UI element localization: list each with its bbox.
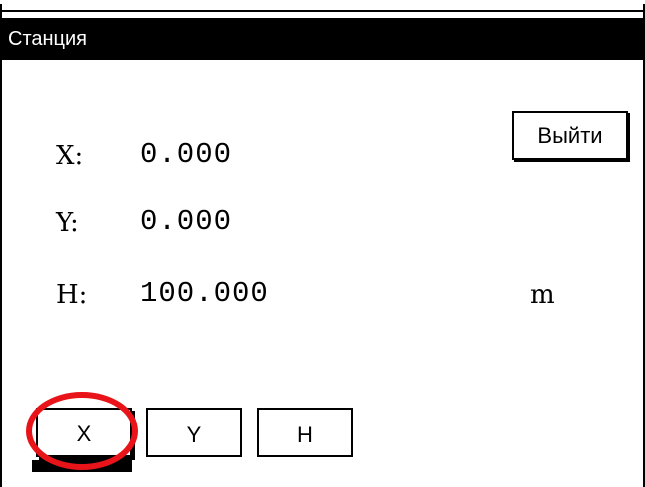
window-frame-left [0, 4, 2, 487]
window-frame-top [2, 10, 643, 12]
h-coordinate-label: H: [56, 280, 88, 310]
y-coordinate-value: 0.000 [140, 205, 233, 238]
unit-label: m [530, 280, 555, 310]
station-screen: Станция Выйти X: 0.000 Y: 0.000 H: 100.0… [0, 0, 645, 487]
selected-button-shadow [32, 460, 132, 472]
exit-button[interactable]: Выйти [512, 111, 628, 160]
window-title-bar: Станция [2, 18, 643, 60]
y-coordinate-label: Y: [56, 208, 79, 238]
axis-y-button[interactable]: Y [146, 408, 242, 457]
window-title: Станция [8, 28, 88, 50]
axis-h-button[interactable]: H [257, 408, 353, 457]
axis-x-button[interactable]: X [36, 408, 132, 457]
x-coordinate-label: X: [56, 141, 84, 171]
h-coordinate-value: 100.000 [140, 277, 269, 310]
x-coordinate-value: 0.000 [140, 138, 233, 171]
